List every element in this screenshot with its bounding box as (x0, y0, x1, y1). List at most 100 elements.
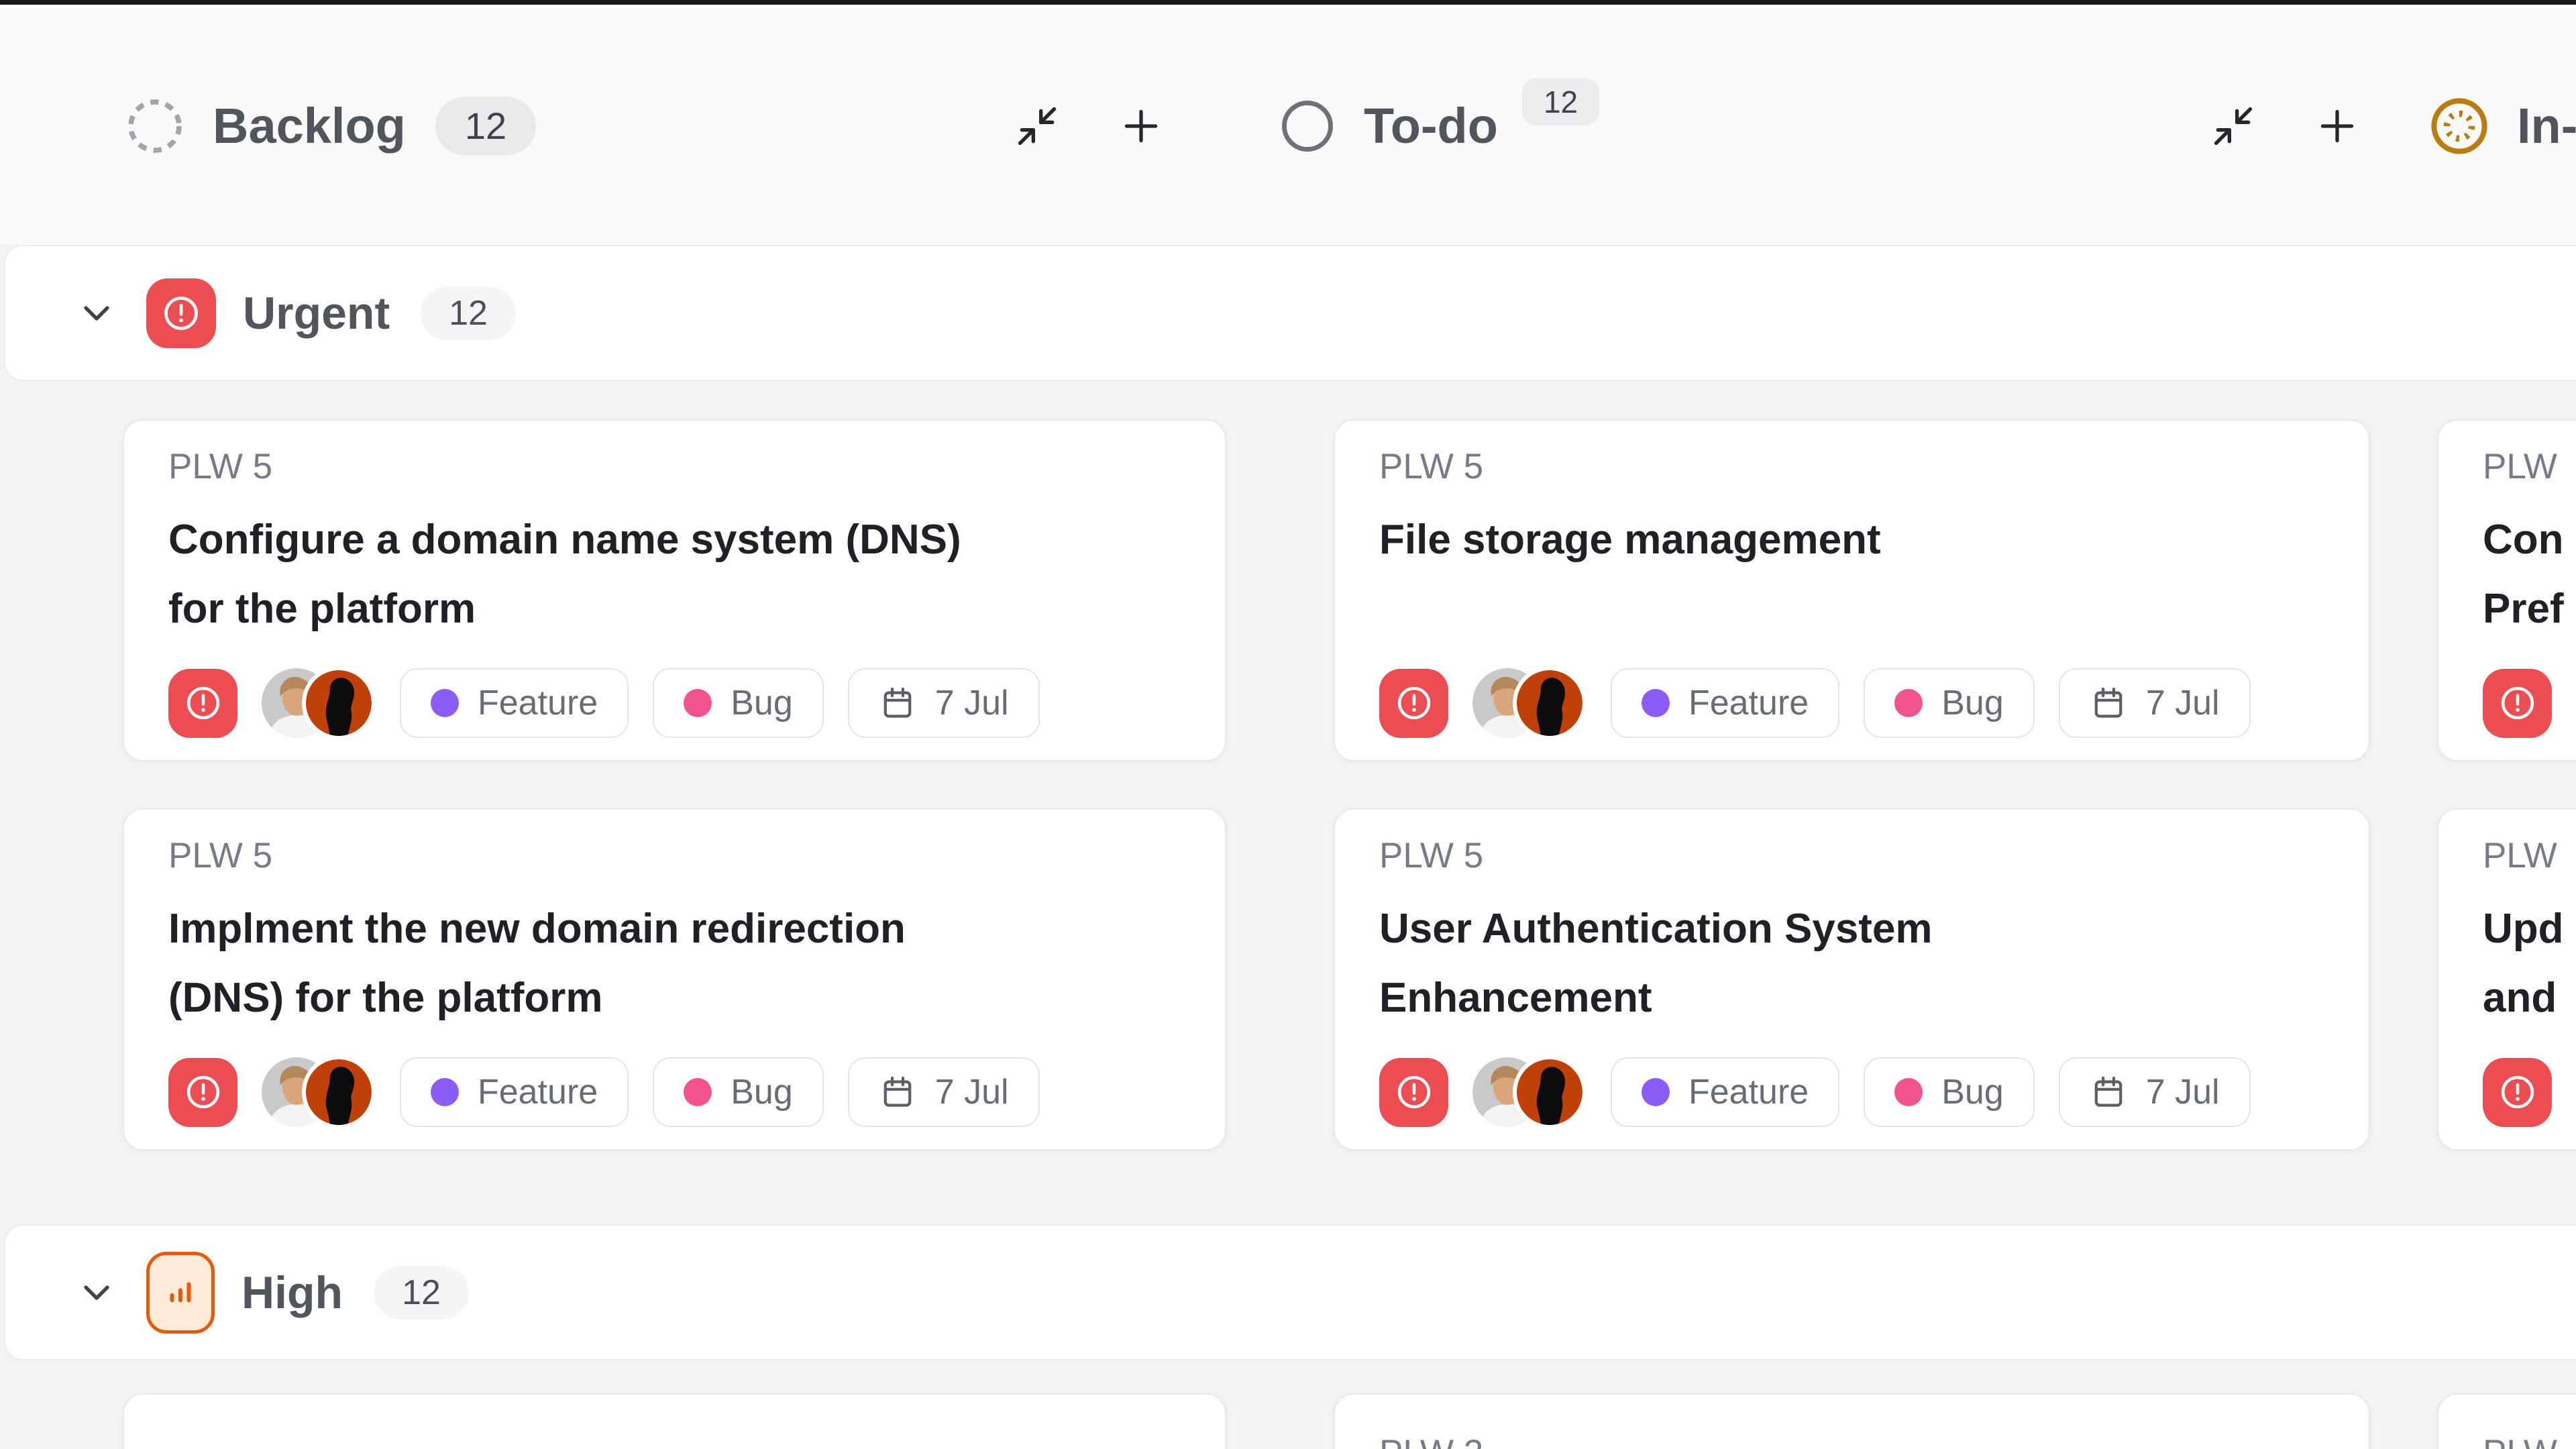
due-date-label: 7 Jul (2146, 683, 2220, 723)
assignee-avatars[interactable] (1472, 666, 1587, 740)
feature-dot-icon (431, 1078, 459, 1106)
due-date-chip[interactable]: 7 Jul (848, 668, 1040, 738)
column-header-backlog: Backlog 12 (123, 7, 536, 245)
issue-card[interactable]: PLW 5 Implment the new domain redirectio… (123, 808, 1226, 1150)
avatar (302, 666, 376, 740)
chip-label: Feature (478, 1072, 598, 1112)
issue-title: Configure a domain name system (DNS) for… (168, 505, 1181, 643)
issue-card[interactable]: PLW 5 File storage management Feature Bu… (1334, 419, 2370, 761)
issue-title: Upd and (2483, 894, 2576, 1032)
issue-card[interactable]: PLW Upd and (2437, 808, 2576, 1150)
collapse-column-button[interactable] (1014, 103, 1060, 149)
priority-urgent-badge[interactable] (1379, 669, 1448, 738)
chevron-down-icon (75, 1271, 118, 1314)
calendar-icon (2090, 684, 2127, 722)
minimize-icon (2210, 103, 2256, 149)
issue-title: User Authentication System Enhancement (1379, 894, 2324, 1032)
due-date-chip[interactable]: 7 Jul (848, 1057, 1040, 1127)
issue-card[interactable]: PLW 2 (1334, 1393, 2370, 1449)
priority-urgent-badge[interactable] (168, 1058, 237, 1127)
issue-card[interactable]: PLW 5 User Authentication System Enhance… (1334, 808, 2370, 1150)
card-row: PLW 5 Configure a domain name system (DN… (0, 419, 2576, 761)
chip-label: Bug (731, 1072, 793, 1112)
issue-title: Implment the new domain redirection (DNS… (168, 894, 1181, 1032)
column-title-in-progress: In-Progress (2517, 97, 2576, 154)
assignee-avatars[interactable] (262, 666, 376, 740)
feature-dot-icon (1642, 689, 1670, 717)
card-row: PLW 1 PLW 2 PLW (0, 1393, 2576, 1449)
urgent-priority-icon (146, 278, 216, 348)
issue-id: PLW 1 (168, 1443, 1181, 1449)
priority-group-header-urgent: Urgent 12 (4, 245, 2576, 381)
chevron-down-icon (75, 292, 118, 335)
plus-icon (1116, 101, 1166, 151)
priority-urgent-badge[interactable] (168, 669, 237, 738)
priority-urgent-badge[interactable] (2483, 1058, 2552, 1127)
group-count-badge: 12 (374, 1266, 469, 1320)
high-group-body: PLW 1 PLW 2 PLW (0, 1360, 2576, 1449)
assignee-avatars[interactable] (262, 1055, 376, 1129)
issue-id: PLW 2 (1379, 1427, 2324, 1449)
priority-urgent-badge[interactable] (2483, 669, 2552, 738)
urgent-group-body: PLW 5 Configure a domain name system (DN… (0, 381, 2576, 1224)
alert-circle-icon (1393, 682, 1436, 724)
issue-id: PLW 5 (1379, 441, 2324, 493)
bug-dot-icon (684, 689, 712, 717)
issue-badges: Feature Bug 7 Jul (168, 1055, 1181, 1129)
card-row: PLW 5 Implment the new domain redirectio… (0, 808, 2576, 1150)
high-priority-icon (146, 1252, 215, 1334)
issue-id: PLW 5 (1379, 830, 2324, 882)
avatar (1513, 1055, 1587, 1129)
backlog-state-icon (123, 94, 187, 158)
bug-dot-icon (1894, 1078, 1923, 1106)
collapse-column-button[interactable] (2210, 103, 2256, 149)
label-chip-feature[interactable]: Feature (400, 1057, 629, 1127)
due-date-chip[interactable]: 7 Jul (2059, 668, 2251, 738)
due-date-label: 7 Jul (2146, 1072, 2220, 1112)
calendar-icon (879, 1073, 916, 1111)
column-count-badge: 12 (435, 97, 536, 156)
label-chip-bug[interactable]: Bug (653, 668, 824, 738)
label-chip-feature[interactable]: Feature (400, 668, 629, 738)
alert-circle-icon (2496, 682, 2539, 724)
collapse-group-button[interactable] (75, 292, 118, 335)
kanban-board-page: Backlog 12 To-do 12 (0, 0, 2576, 1449)
collapse-group-button[interactable] (75, 1271, 118, 1314)
plus-icon (2312, 101, 2362, 151)
minimize-icon (1014, 103, 1060, 149)
feature-dot-icon (1642, 1078, 1670, 1106)
issue-badges (2483, 666, 2576, 740)
priority-group-header-high: High 12 (4, 1224, 2576, 1360)
avatar (1513, 666, 1587, 740)
issue-title: Con Pref (2483, 505, 2576, 643)
group-title-urgent: Urgent (243, 287, 390, 339)
label-chip-bug[interactable]: Bug (653, 1057, 824, 1127)
label-chip-feature[interactable]: Feature (1611, 668, 1839, 738)
assignee-avatars[interactable] (1472, 1055, 1587, 1129)
add-issue-button[interactable] (2312, 101, 2362, 151)
issue-id: PLW 5 (168, 441, 1181, 493)
column-header-in-progress: In-Progress (2427, 7, 2576, 245)
chip-label: Bug (1941, 683, 2004, 723)
chip-label: Feature (478, 683, 598, 723)
alert-circle-icon (1393, 1071, 1436, 1114)
in-progress-state-icon (2427, 94, 2491, 158)
chip-label: Bug (731, 683, 793, 723)
label-chip-bug[interactable]: Bug (1864, 668, 2035, 738)
issue-card[interactable]: PLW 1 (123, 1393, 1226, 1449)
backlog-column-actions (1014, 7, 1166, 245)
issue-card[interactable]: PLW (2437, 1393, 2576, 1449)
add-issue-button[interactable] (1116, 101, 1166, 151)
calendar-icon (879, 684, 916, 722)
issue-card[interactable]: PLW 5 Configure a domain name system (DN… (123, 419, 1226, 761)
issue-id: PLW (2483, 1427, 2576, 1449)
bug-dot-icon (684, 1078, 712, 1106)
issue-card[interactable]: PLW Con Pref (2437, 419, 2576, 761)
label-chip-bug[interactable]: Bug (1864, 1057, 2035, 1127)
issue-id: PLW (2483, 830, 2576, 882)
priority-urgent-badge[interactable] (1379, 1058, 1448, 1127)
due-date-chip[interactable]: 7 Jul (2059, 1057, 2251, 1127)
window-top-edge (0, 0, 2576, 7)
label-chip-feature[interactable]: Feature (1611, 1057, 1839, 1127)
issue-badges: Feature Bug 7 Jul (1379, 1055, 2324, 1129)
